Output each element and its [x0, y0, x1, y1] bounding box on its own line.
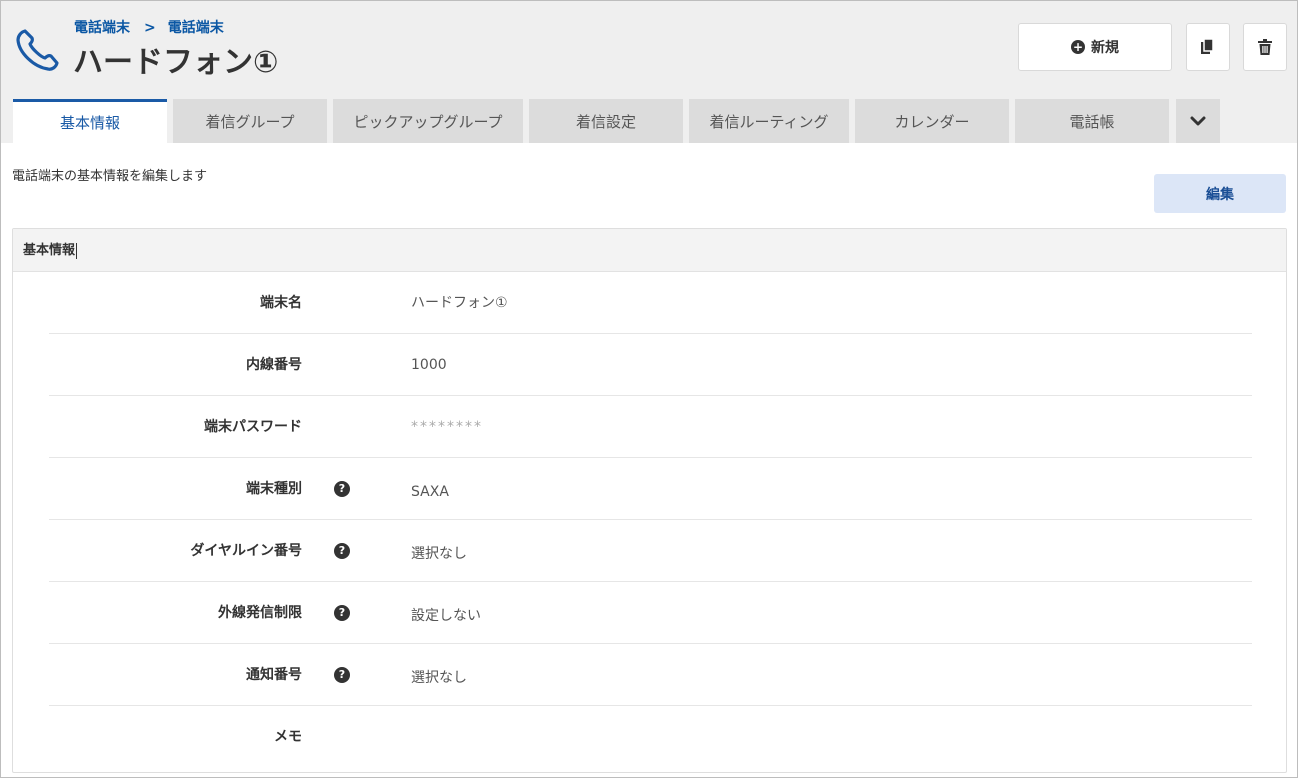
field-label: 端末種別 — [246, 481, 302, 497]
field-label: 外線発信制限 — [218, 605, 302, 621]
field-value: ******** — [411, 419, 483, 435]
panel-title: 基本情報 — [23, 243, 76, 258]
field-row-device-name: 端末名 ハードフォン① — [49, 272, 1252, 334]
help-icon[interactable]: ? — [334, 667, 350, 683]
breadcrumb: 電話端末 > 電話端末 — [74, 17, 224, 37]
edit-button[interactable]: 編集 — [1154, 174, 1286, 213]
app-window: 電話端末 > 電話端末 ハードフォン① + 新規 基本情報 着信グループ ピック… — [0, 0, 1298, 778]
basic-info-panel: 基本情報 端末名 ハードフォン① 内線番号 1000 端末パスワード *****… — [12, 228, 1287, 773]
panel-header: 基本情報 — [13, 229, 1286, 272]
field-row-extension: 内線番号 1000 — [49, 334, 1252, 396]
field-value: ハードフォン① — [411, 295, 508, 311]
tab-incoming-settings[interactable]: 着信設定 — [529, 99, 683, 143]
breadcrumb-separator: > — [144, 20, 156, 36]
field-value: SAXA — [411, 484, 449, 500]
field-row-memo: メモ — [49, 706, 1252, 768]
plus-circle-icon: + — [1071, 40, 1085, 54]
field-row-device-type: 端末種別 ? SAXA — [49, 458, 1252, 520]
field-row-password: 端末パスワード ******** — [49, 396, 1252, 458]
page-title: ハードフォン① — [73, 45, 279, 80]
more-tabs-button[interactable] — [1176, 99, 1220, 143]
help-icon[interactable]: ? — [334, 605, 350, 621]
new-button-label: 新規 — [1091, 40, 1119, 56]
phone-icon — [16, 29, 59, 71]
field-label: メモ — [274, 729, 302, 745]
breadcrumb-item-1[interactable]: 電話端末 — [74, 20, 130, 36]
tab-phonebook[interactable]: 電話帳 — [1015, 99, 1169, 143]
tab-basic-info[interactable]: 基本情報 — [13, 99, 167, 143]
field-label: 端末パスワード — [204, 419, 302, 435]
page-description: 電話端末の基本情報を編集します — [12, 169, 208, 184]
field-value: 1000 — [411, 357, 447, 373]
field-value: 設定しない — [411, 608, 481, 624]
breadcrumb-item-2[interactable]: 電話端末 — [168, 20, 224, 36]
tab-incoming-group[interactable]: 着信グループ — [173, 99, 327, 143]
field-label: 端末名 — [260, 295, 302, 311]
copy-button[interactable] — [1186, 23, 1230, 71]
copy-icon — [1201, 38, 1214, 54]
field-label: ダイヤルイン番号 — [190, 543, 302, 559]
tab-pickup-group[interactable]: ピックアップグループ — [333, 99, 523, 143]
tab-incoming-routing[interactable]: 着信ルーティング — [689, 99, 849, 143]
field-row-caller-id: 通知番号 ? 選択なし — [49, 644, 1252, 706]
trash-icon — [1258, 39, 1272, 55]
field-label: 通知番号 — [246, 667, 302, 683]
field-value: 選択なし — [411, 670, 467, 686]
field-row-outgoing-restriction: 外線発信制限 ? 設定しない — [49, 582, 1252, 644]
field-label: 内線番号 — [246, 357, 302, 373]
chevron-down-icon — [1190, 116, 1206, 126]
field-value: 選択なし — [411, 546, 467, 562]
new-button[interactable]: + 新規 — [1018, 23, 1172, 71]
text-cursor — [76, 242, 78, 259]
help-icon[interactable]: ? — [334, 481, 350, 497]
help-icon[interactable]: ? — [334, 543, 350, 559]
tab-calendar[interactable]: カレンダー — [855, 99, 1009, 143]
tab-bar: 基本情報 着信グループ ピックアップグループ 着信設定 着信ルーティング カレン… — [1, 99, 1297, 143]
page-header: 電話端末 > 電話端末 ハードフォン① + 新規 基本情報 着信グループ ピック… — [1, 1, 1297, 143]
field-row-dial-in: ダイヤルイン番号 ? 選択なし — [49, 520, 1252, 582]
delete-button[interactable] — [1243, 23, 1287, 71]
